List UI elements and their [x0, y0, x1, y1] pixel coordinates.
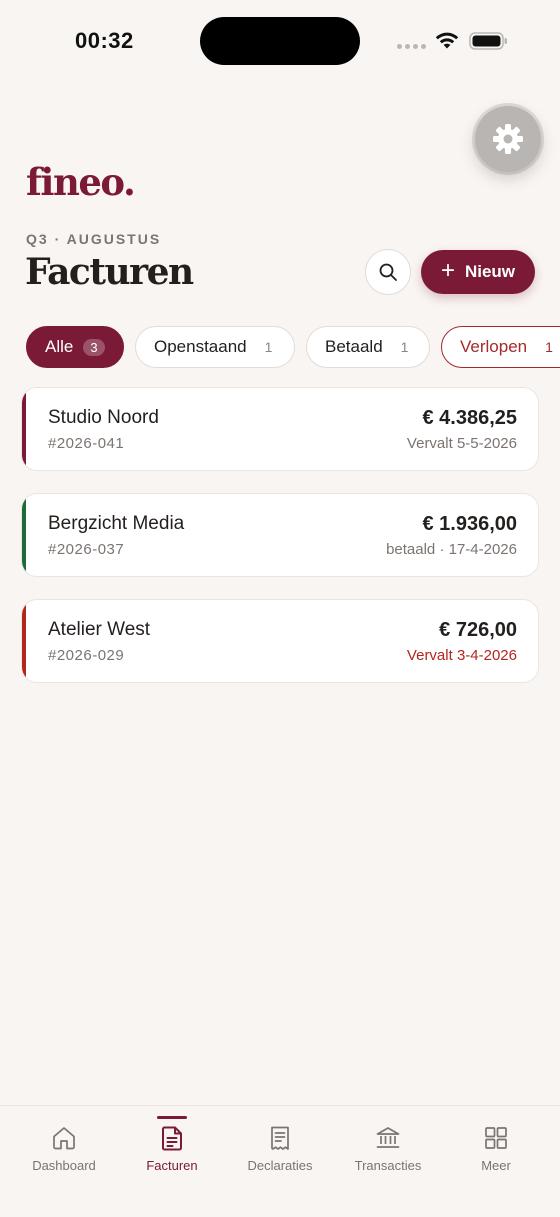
nav-item-meer[interactable]: Meer [442, 1106, 550, 1196]
nav-label: Facturen [146, 1158, 198, 1173]
grid-icon [485, 1127, 507, 1149]
status-stripe [22, 388, 26, 470]
dynamic-island [200, 17, 360, 65]
nav-item-transacties[interactable]: Transacties [334, 1106, 442, 1196]
filter-chip-alle[interactable]: Alle 3 [26, 326, 124, 368]
invoice-card[interactable]: Atelier West #2026-029 € 726,00 Vervalt … [21, 599, 539, 683]
filter-chip-betaald[interactable]: Betaald 1 [306, 326, 430, 368]
invoice-amount: € 4.386,25 [422, 407, 517, 429]
nav-item-declaraties[interactable]: Declaraties [226, 1106, 334, 1196]
filter-chip-count: 3 [83, 338, 105, 356]
receipt-icon [271, 1126, 289, 1150]
invoice-paid-date: betaald · 17-4-2026 [386, 541, 517, 558]
brand-logo: fineo. [26, 160, 136, 204]
settings-button[interactable] [475, 106, 541, 172]
filter-chip-label: Alle [45, 337, 74, 356]
period-label: Q3 · AUGUSTUS [26, 231, 162, 247]
status-time: 00:32 [75, 28, 134, 53]
new-invoice-button[interactable]: + Nieuw [421, 250, 535, 294]
invoice-card[interactable]: Studio Noord #2026-041 € 4.386,25 Verval… [21, 387, 539, 471]
filter-chip-label: Verlopen [460, 337, 528, 356]
search-icon [379, 263, 397, 281]
filter-chips: Alle 3 Openstaand 1 Betaald 1 Verlopen 1 [26, 326, 560, 368]
invoice-client: Atelier West [48, 619, 151, 640]
invoice-amount: € 726,00 [439, 619, 517, 641]
invoice-due-date: Vervalt 5-5-2026 [406, 435, 517, 452]
bank-icon [376, 1127, 400, 1148]
nav-label: Meer [481, 1158, 511, 1173]
invoice-client: Studio Noord [48, 407, 159, 428]
wifi-icon [435, 32, 459, 49]
nav-item-dashboard[interactable]: Dashboard [10, 1106, 118, 1196]
home-icon [53, 1127, 75, 1150]
document-icon [162, 1126, 182, 1151]
invoice-number: #2026-029 [48, 647, 125, 664]
filter-chip-verlopen[interactable]: Verlopen 1 [441, 326, 560, 368]
invoice-number: #2026-041 [48, 435, 125, 452]
invoice-client: Bergzicht Media [48, 513, 185, 534]
invoice-card[interactable]: Bergzicht Media #2026-037 € 1.936,00 bet… [21, 493, 539, 577]
nav-label: Transacties [354, 1158, 422, 1173]
gear-icon [493, 124, 523, 154]
active-indicator [157, 1116, 187, 1119]
filter-chip-count: 1 [400, 339, 409, 355]
invoice-amount: € 1.936,00 [422, 513, 517, 535]
invoice-number: #2026-037 [48, 541, 125, 558]
page-title: Facturen [25, 251, 194, 293]
filter-chip-count: 1 [545, 339, 553, 355]
status-stripe [22, 494, 26, 576]
bottom-nav: Dashboard Facturen Declaraties Transacti… [0, 1105, 560, 1217]
nav-label: Declaraties [247, 1158, 313, 1173]
new-invoice-label: Nieuw [464, 262, 516, 281]
search-button[interactable] [365, 249, 411, 295]
plus-icon: + [440, 257, 455, 284]
battery-icon [469, 32, 507, 50]
filter-chip-label: Betaald [325, 337, 383, 356]
filter-chip-label: Openstaand [154, 337, 247, 356]
cellular-signal-icon [397, 44, 426, 49]
filter-chip-openstaand[interactable]: Openstaand 1 [135, 326, 295, 368]
status-bar: 00:32 [0, 0, 560, 80]
invoice-due-date: Vervalt 3-4-2026 [406, 647, 517, 664]
nav-label: Dashboard [32, 1158, 96, 1173]
filter-chip-count: 1 [264, 339, 273, 355]
nav-item-facturen[interactable]: Facturen [118, 1106, 226, 1196]
status-stripe [22, 600, 26, 682]
